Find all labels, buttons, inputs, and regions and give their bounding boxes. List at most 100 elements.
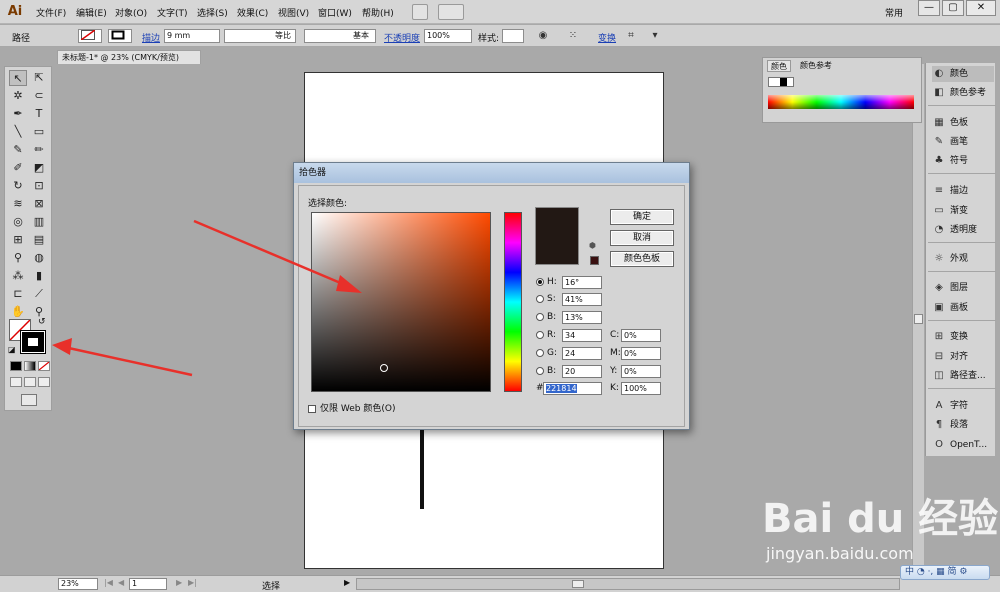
saturation-field[interactable]: 41% <box>562 293 602 306</box>
dock-item-transparency[interactable]: ◔ 透明度 <box>932 222 977 238</box>
free-transform-tool-icon[interactable]: ⊠ <box>30 196 48 212</box>
yellow-field[interactable]: 0% <box>621 365 661 378</box>
line-tool-icon[interactable]: ╲ <box>9 124 27 140</box>
menu-effect[interactable]: 效果(C) <box>237 6 268 19</box>
out-of-gamut-icon[interactable]: ⬢ <box>589 241 596 250</box>
menu-type[interactable]: 文字(T) <box>157 6 188 19</box>
magic-wand-tool-icon[interactable]: ✲ <box>9 88 27 104</box>
minimize-button[interactable]: — <box>918 0 940 16</box>
workspace-switcher[interactable]: 常用 <box>885 6 903 19</box>
web-colors-only-checkbox[interactable]: 仅限 Web 颜色(O) <box>308 401 395 414</box>
ok-button[interactable]: 确定 <box>610 209 674 225</box>
dock-item-color-guide[interactable]: ◧ 颜色参考 <box>932 85 986 101</box>
dock-item-character[interactable]: A 字符 <box>932 398 968 414</box>
blue-row[interactable]: B: <box>536 366 556 376</box>
dock-item-symbols[interactable]: ♣ 符号 <box>932 153 969 169</box>
tab-color-guide[interactable]: 颜色参考 <box>797 60 835 72</box>
perspective-grid-tool-icon[interactable]: ▥ <box>30 214 48 230</box>
hue-row[interactable]: H: <box>536 277 557 287</box>
dock-item-artboards[interactable]: ▣ 画板 <box>932 300 968 316</box>
gradient-tool-icon[interactable]: ▤ <box>30 232 48 248</box>
eraser-tool-icon[interactable]: ◩ <box>30 160 48 176</box>
red-row[interactable]: R: <box>536 330 556 340</box>
dock-item-appearance[interactable]: ☼ 外观 <box>932 251 969 267</box>
brightness-radio[interactable] <box>536 312 544 321</box>
restore-button[interactable]: ▢ <box>942 0 964 16</box>
scale-tool-icon[interactable]: ⊡ <box>30 178 48 194</box>
menu-file[interactable]: 文件(F) <box>36 6 66 19</box>
arrange-documents-button[interactable] <box>438 4 464 20</box>
menu-view[interactable]: 视图(V) <box>278 6 309 19</box>
cancel-button[interactable]: 取消 <box>610 230 674 246</box>
hue-radio[interactable] <box>536 277 544 286</box>
transform-panel-link[interactable]: 变换 <box>598 31 616 44</box>
menu-edit[interactable]: 编辑(E) <box>76 6 107 19</box>
prev-artboard-icon[interactable]: ◀ <box>118 578 124 587</box>
draw-behind-icon[interactable] <box>24 377 36 387</box>
artboard-tool-icon[interactable]: ⊏ <box>9 286 27 302</box>
last-artboard-icon[interactable]: ▶| <box>188 578 197 587</box>
green-radio[interactable] <box>536 348 544 357</box>
opacity-input[interactable]: 100% <box>424 29 472 43</box>
blue-radio[interactable] <box>536 366 544 375</box>
color-swatches-button[interactable]: 颜色色板 <box>610 251 674 267</box>
variable-width-profile-select[interactable]: 等比 <box>224 29 296 43</box>
dock-item-opentype[interactable]: O OpenT... <box>932 437 987 453</box>
blend-tool-icon[interactable]: ◍ <box>30 250 48 266</box>
bridge-button[interactable] <box>412 4 428 20</box>
gradient-mode-icon[interactable] <box>24 361 36 371</box>
gamut-color-swatch[interactable] <box>590 256 599 265</box>
default-fill-stroke-icon[interactable]: ◪ <box>8 345 16 354</box>
tab-color[interactable]: 颜色 <box>767 60 791 72</box>
status-menu-icon[interactable]: ▶ <box>344 578 350 587</box>
type-tool-icon[interactable]: T <box>30 106 48 122</box>
magenta-field[interactable]: 0% <box>621 347 661 360</box>
ime-toolbar[interactable]: 中 ◔ ·, ▦ 简 ⚙ <box>900 565 990 580</box>
artboard-number-input[interactable]: 1 <box>129 578 167 590</box>
paintbrush-tool-icon[interactable]: ✎ <box>9 142 27 158</box>
pencil-tool-icon[interactable]: ✏ <box>30 142 48 158</box>
panel-fill-stroke[interactable] <box>768 77 794 87</box>
zoom-select[interactable]: 23% <box>58 578 98 590</box>
direct-selection-tool-icon[interactable]: ⇱ <box>30 70 48 86</box>
hue-slider[interactable] <box>504 212 522 392</box>
color-picker-title-bar[interactable]: 拾色器 <box>294 163 689 183</box>
graphic-style-select[interactable] <box>502 29 524 43</box>
fill-swatch[interactable] <box>78 29 102 43</box>
menu-select[interactable]: 选择(S) <box>197 6 228 19</box>
draw-normal-icon[interactable] <box>10 377 22 387</box>
black-field[interactable]: 100% <box>621 382 661 395</box>
recolor-artwork-icon[interactable]: ◉ <box>536 29 550 43</box>
dock-item-align[interactable]: ⊟ 对齐 <box>932 349 968 365</box>
red-radio[interactable] <box>536 330 544 339</box>
isolate-group-icon[interactable]: ⌗ <box>624 29 638 43</box>
web-colors-checkbox-box[interactable] <box>308 404 316 413</box>
cyan-field[interactable]: 0% <box>621 329 661 342</box>
hand-tool-icon[interactable]: ✋ <box>9 304 27 320</box>
menu-help[interactable]: 帮助(H) <box>362 6 394 19</box>
dock-item-pathfinder[interactable]: ◫ 路径查... <box>932 368 985 384</box>
saturation-row[interactable]: S: <box>536 294 556 304</box>
brush-definition-select[interactable]: 基本 <box>304 29 376 43</box>
mesh-tool-icon[interactable]: ⊞ <box>9 232 27 248</box>
width-tool-icon[interactable]: ≋ <box>9 196 27 212</box>
close-button[interactable]: ✕ <box>966 0 996 16</box>
menu-window[interactable]: 窗口(W) <box>318 6 352 19</box>
dock-item-brushes[interactable]: ✎ 画笔 <box>932 134 968 150</box>
color-field-cursor[interactable] <box>380 364 388 372</box>
color-mode-icon[interactable] <box>10 361 22 371</box>
green-field[interactable]: 24 <box>562 347 602 360</box>
lasso-tool-icon[interactable]: ⊂ <box>30 88 48 104</box>
eyedropper-tool-icon[interactable]: ⚲ <box>9 250 27 266</box>
stroke-weight-input[interactable]: 9 mm <box>164 29 220 43</box>
symbol-sprayer-tool-icon[interactable]: ⁂ <box>9 268 27 284</box>
brightness-row[interactable]: B: <box>536 312 556 322</box>
stroke-swatch[interactable] <box>108 29 132 43</box>
saturation-radio[interactable] <box>536 294 544 303</box>
pen-tool-icon[interactable]: ✒ <box>9 106 27 122</box>
vertical-scroll-thumb[interactable] <box>914 314 923 324</box>
dock-item-gradient[interactable]: ▭ 渐变 <box>932 203 968 219</box>
red-field[interactable]: 34 <box>562 329 602 342</box>
opacity-panel-link[interactable]: 不透明度 <box>384 31 420 44</box>
horizontal-scroll-thumb[interactable] <box>572 580 584 588</box>
